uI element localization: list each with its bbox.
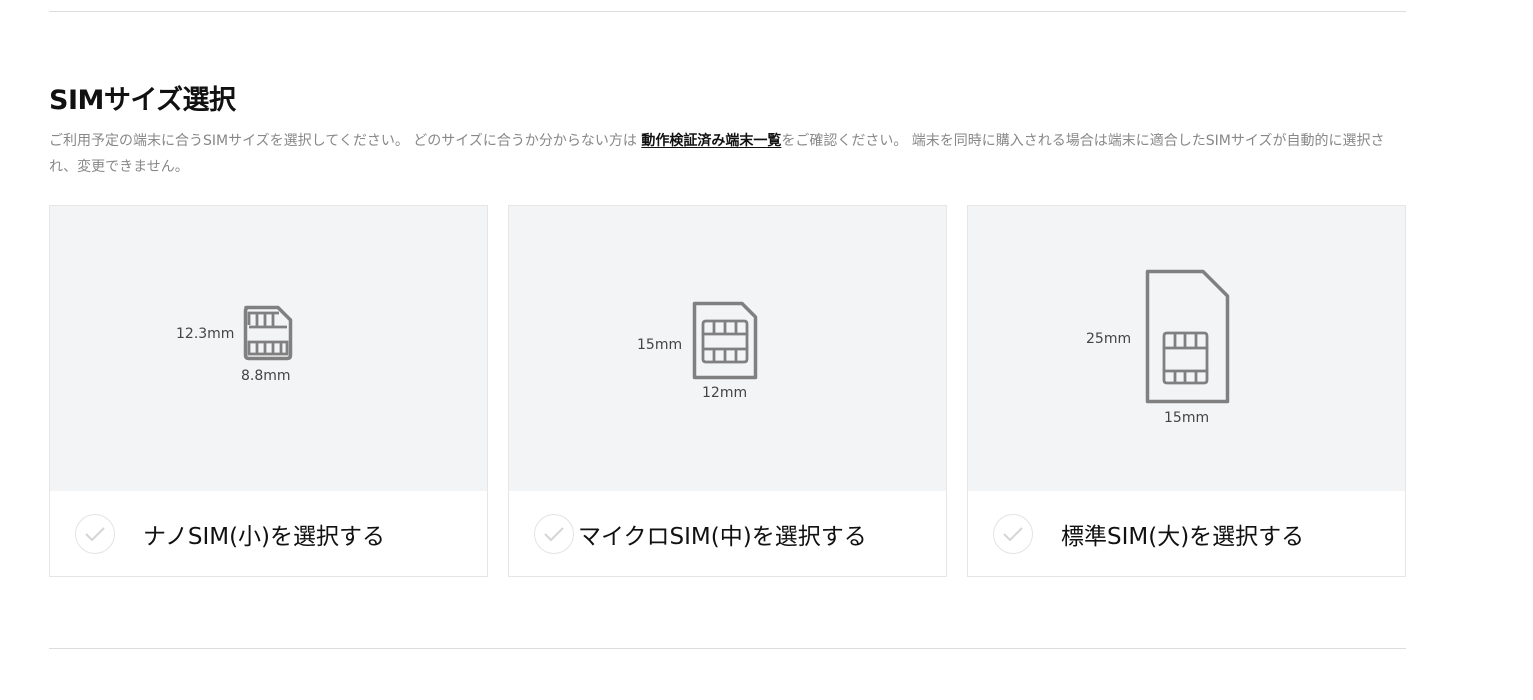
check-icon — [544, 526, 564, 541]
standard-sim-illustration: 25mm 15mm — [968, 206, 1405, 491]
section-title: SIMサイズ選択 — [49, 85, 236, 116]
micro-sim-height-dimension: 15mm — [637, 337, 683, 353]
standard-sim-label: 標準SIM(大)を選択する — [1061, 523, 1305, 550]
top-divider — [49, 11, 1406, 12]
micro-sim-option[interactable]: 15mm 12mm マイクロSIM(中)を選択する — [508, 205, 947, 577]
standard-sim-height-dimension: 25mm — [1086, 331, 1132, 347]
check-icon — [1003, 526, 1023, 541]
nano-sim-icon — [243, 305, 293, 361]
section-description: ご利用予定の端末に合うSIMサイズを選択してください。 どのサイズに合うか分から… — [49, 128, 1406, 180]
micro-sim-width-dimension: 12mm — [702, 385, 748, 401]
check-icon — [85, 526, 105, 541]
bottom-divider — [49, 648, 1406, 649]
verified-devices-link[interactable]: 動作検証済み端末一覧 — [641, 133, 781, 149]
sim-size-options: 12.3mm 8.8mm ナノSIM(小)を選択する 15mm 12mm マイク… — [49, 205, 1406, 577]
description-text-before: ご利用予定の端末に合うSIMサイズを選択してください。 どのサイズに合うか分から… — [49, 133, 642, 149]
standard-sim-width-dimension: 15mm — [1164, 410, 1210, 426]
nano-sim-illustration: 12.3mm 8.8mm — [50, 206, 487, 491]
standard-sim-checkbox[interactable] — [993, 513, 1033, 554]
nano-sim-select-row[interactable]: ナノSIM(小)を選択する — [50, 491, 487, 576]
nano-sim-height-dimension: 12.3mm — [176, 326, 235, 342]
micro-sim-icon — [692, 301, 758, 380]
micro-sim-illustration: 15mm 12mm — [509, 206, 946, 491]
micro-sim-select-row[interactable]: マイクロSIM(中)を選択する — [509, 491, 946, 576]
nano-sim-label: ナノSIM(小)を選択する — [143, 523, 386, 550]
micro-sim-checkbox[interactable] — [534, 513, 574, 554]
standard-sim-select-row[interactable]: 標準SIM(大)を選択する — [968, 491, 1405, 576]
nano-sim-option[interactable]: 12.3mm 8.8mm ナノSIM(小)を選択する — [49, 205, 488, 577]
micro-sim-label: マイクロSIM(中)を選択する — [578, 523, 867, 550]
standard-sim-option[interactable]: 25mm 15mm 標準SIM(大)を選択する — [967, 205, 1406, 577]
nano-sim-checkbox[interactable] — [75, 513, 115, 554]
nano-sim-width-dimension: 8.8mm — [241, 368, 291, 384]
standard-sim-icon — [1145, 269, 1230, 404]
